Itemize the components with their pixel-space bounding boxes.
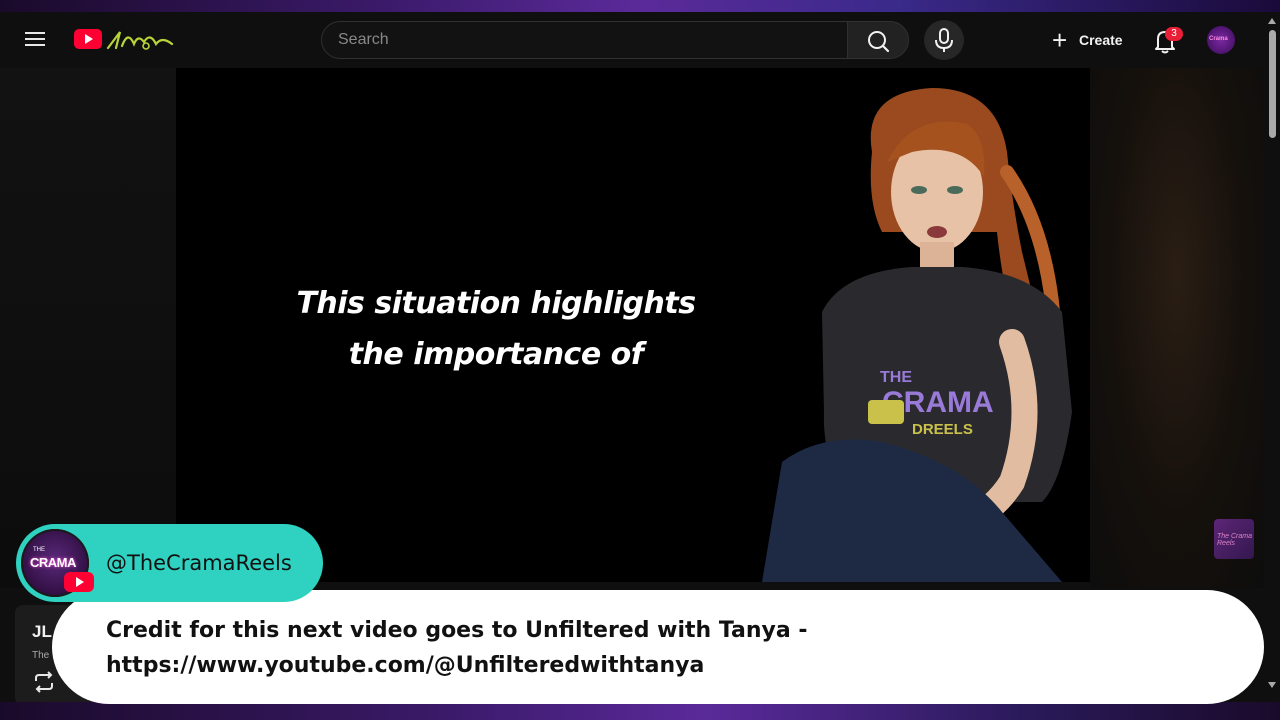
channel-watermark[interactable]: The Crama Reels	[1214, 519, 1254, 559]
masthead: + Create 3 Crama	[0, 12, 1264, 68]
scrollbar-thumb[interactable]	[1269, 30, 1276, 138]
doodle-logo-icon[interactable]	[106, 26, 174, 52]
svg-text:THE: THE	[880, 369, 912, 386]
watermark-text: The Crama Reels	[1217, 533, 1253, 547]
left-background-panel	[0, 68, 176, 588]
channel-handle-pill[interactable]: THE CRAMA @TheCramaReels	[16, 524, 323, 602]
youtube-logo-icon[interactable]	[74, 29, 102, 49]
scroll-down-arrow-icon[interactable]	[1268, 682, 1276, 688]
create-label: Create	[1079, 32, 1123, 48]
below-player-title: JL	[32, 622, 52, 641]
credit-line-1: Credit for this next video goes to Unfil…	[106, 618, 808, 643]
plus-icon: +	[1052, 25, 1068, 55]
below-player-subtitle: The	[32, 650, 50, 661]
search-button[interactable]	[847, 21, 909, 59]
svg-text:DREELS: DREELS	[912, 421, 973, 438]
scroll-up-arrow-icon[interactable]	[1268, 18, 1276, 24]
account-avatar-text: Crama	[1209, 36, 1228, 42]
repeat-icon[interactable]	[32, 671, 56, 693]
credit-overlay: Credit for this next video goes to Unfil…	[52, 590, 1264, 704]
credit-text: Credit for this next video goes to Unfil…	[106, 613, 1006, 683]
menu-icon[interactable]	[22, 28, 48, 52]
bottom-background-glow	[0, 702, 1280, 720]
top-background-glow	[0, 0, 1280, 12]
right-background-panel	[1090, 68, 1264, 588]
notification-count-badge: 3	[1165, 27, 1183, 41]
youtube-play-icon	[64, 572, 94, 592]
caption-line-1: This situation highlights	[296, 286, 696, 321]
credit-line-2: https://www.youtube.com/@Unfilteredwitht…	[106, 653, 705, 678]
create-button[interactable]: + Create	[1042, 22, 1128, 58]
channel-avatar-text: CRAMA	[30, 555, 76, 570]
channel-avatar-small-text: THE	[33, 547, 45, 553]
microphone-icon	[935, 28, 953, 52]
caption-line-2: the importance of	[348, 337, 644, 372]
voice-search-button[interactable]	[924, 20, 964, 60]
presenter-image: THE CRAMA DREELS	[762, 88, 1072, 582]
video-caption: This situation highlights the importance…	[176, 278, 816, 380]
search-box	[321, 21, 879, 59]
search-input[interactable]	[322, 22, 879, 58]
page-scrollbar[interactable]	[1264, 12, 1280, 702]
channel-handle: @TheCramaReels	[106, 551, 292, 575]
video-player[interactable]: This situation highlights the importance…	[176, 68, 1090, 582]
account-avatar[interactable]: Crama	[1207, 26, 1235, 54]
search-icon	[868, 31, 890, 53]
